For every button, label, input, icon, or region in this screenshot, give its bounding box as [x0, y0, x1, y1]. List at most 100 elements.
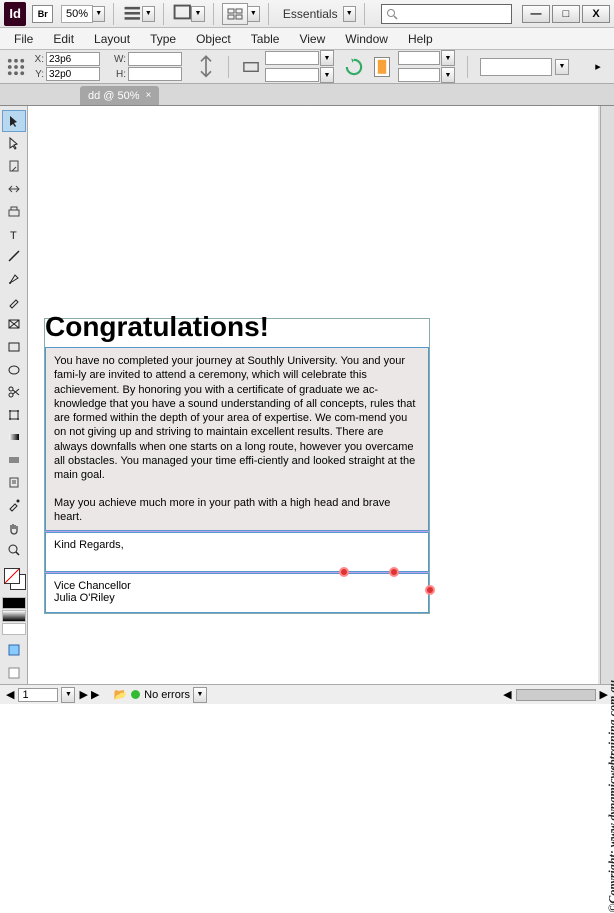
free-transform-tool[interactable] [2, 404, 26, 426]
hscroll-left[interactable]: ◀ [503, 688, 511, 701]
preflight-dropdown[interactable]: ▼ [193, 687, 207, 703]
eyedropper-tool[interactable] [2, 494, 26, 516]
scale-x-icon[interactable] [241, 57, 261, 77]
page-number-field[interactable] [18, 688, 58, 702]
rectangle-tool[interactable] [2, 336, 26, 358]
rotation-dropdown[interactable]: ▼ [441, 50, 455, 66]
menu-help[interactable]: Help [398, 32, 443, 46]
content-collector-tool[interactable] [2, 200, 26, 222]
close-tab-icon[interactable]: × [146, 90, 152, 101]
body-text-2: May you achieve much more in your path w… [54, 497, 390, 523]
scissors-tool[interactable] [2, 381, 26, 403]
gap-tool[interactable] [2, 178, 26, 200]
apply-gradient-button[interactable] [2, 610, 26, 622]
statusbar: ◀ ▼ ▶ ▶ 📂 No errors ▼ ◀ ▶ [0, 684, 614, 704]
y-field[interactable] [46, 67, 100, 81]
menu-expand-icon[interactable]: ▸ [588, 57, 608, 77]
doc-heading[interactable]: Congratulations! [45, 311, 429, 347]
copyright-watermark: ©Copyright: www.dynamicwebtraining.com.a… [606, 680, 614, 913]
view-options-dropdown[interactable]: ▼ [142, 6, 155, 22]
minimize-button[interactable]: — [522, 5, 550, 23]
constrain-icon[interactable] [196, 57, 216, 77]
signature-frame[interactable]: Vice Chancellor Julia O'Riley [45, 573, 429, 613]
h-field[interactable] [128, 67, 182, 81]
scale-x-dropdown[interactable]: ▼ [320, 50, 334, 66]
arrange-docs-button[interactable] [222, 3, 248, 25]
rotation-field[interactable] [398, 51, 440, 65]
scale-x-field[interactable] [265, 51, 319, 65]
svg-text:T: T [10, 230, 17, 241]
scale-y-field[interactable] [265, 68, 319, 82]
bridge-badge[interactable]: Br [32, 5, 53, 23]
workspace-label[interactable]: Essentials [283, 7, 338, 21]
zoom-dropdown[interactable]: ▼ [92, 6, 105, 22]
view-mode-preview[interactable] [2, 662, 26, 684]
line-tool[interactable] [2, 246, 26, 268]
view-options-icon[interactable] [122, 3, 143, 25]
menu-file[interactable]: File [4, 32, 43, 46]
horizontal-scrollbar[interactable] [516, 689, 596, 701]
maximize-button[interactable]: □ [552, 5, 580, 23]
reference-point-icon[interactable] [6, 57, 26, 77]
preflight-status-text[interactable]: No errors [144, 689, 190, 701]
ellipse-tool[interactable] [2, 359, 26, 381]
hand-tool[interactable] [2, 517, 26, 539]
type-tool[interactable]: T [2, 223, 26, 245]
control-bar: X: Y: W: H: ▼ ▼ ▼ ▼ ▼ ▸ [0, 50, 614, 84]
search-input[interactable] [381, 4, 512, 24]
page-tool[interactable] [2, 155, 26, 177]
scale-y-dropdown[interactable]: ▼ [320, 67, 334, 83]
w-field[interactable] [128, 52, 182, 66]
page-dropdown[interactable]: ▼ [61, 687, 75, 703]
regards-frame[interactable]: Kind Regards, [45, 532, 429, 572]
zoom-tool[interactable] [2, 540, 26, 562]
menu-object[interactable]: Object [186, 32, 241, 46]
menu-window[interactable]: Window [335, 32, 398, 46]
titlebar: Id Br 50% ▼ ▼ ▼ ▼ Essentials ▼ — □ X [0, 0, 614, 28]
menu-table[interactable]: Table [241, 32, 290, 46]
menu-layout[interactable]: Layout [84, 32, 140, 46]
menu-edit[interactable]: Edit [43, 32, 84, 46]
zoom-field[interactable]: 50% [61, 5, 93, 23]
apply-none-button[interactable] [2, 623, 26, 635]
arrange-docs-dropdown[interactable]: ▼ [247, 6, 260, 22]
menu-view[interactable]: View [289, 32, 335, 46]
direct-selection-tool[interactable] [2, 133, 26, 155]
body-text-frame[interactable]: You have no completed your journey at So… [45, 347, 429, 531]
canvas[interactable]: Congratulations! You have no completed y… [28, 106, 598, 684]
h-label: H: [112, 69, 126, 80]
workspace-dropdown[interactable]: ▼ [343, 6, 356, 22]
w-label: W: [112, 54, 126, 65]
x-field[interactable] [46, 52, 100, 66]
screen-mode-dropdown[interactable]: ▼ [191, 6, 204, 22]
thread-out-port-3[interactable] [425, 585, 435, 595]
fill-stroke-swatches[interactable] [2, 566, 26, 592]
screen-mode-icon[interactable] [172, 3, 193, 25]
menu-type[interactable]: Type [140, 32, 186, 46]
pen-tool[interactable] [2, 268, 26, 290]
note-tool[interactable] [2, 472, 26, 494]
gradient-swatch-tool[interactable] [2, 427, 26, 449]
style-dropdown[interactable] [480, 58, 552, 76]
page-nav-next[interactable]: ▶ ▶ [79, 688, 99, 701]
open-icon[interactable]: 📂 [113, 688, 127, 701]
rectangle-frame-tool[interactable] [2, 313, 26, 335]
pencil-tool[interactable] [2, 291, 26, 313]
body-text: You have no completed your journey at So… [54, 355, 415, 481]
shear-dropdown[interactable]: ▼ [441, 67, 455, 83]
right-panel-dock[interactable] [600, 106, 614, 684]
document-page[interactable]: Congratulations! You have no completed y… [44, 318, 430, 614]
document-tab[interactable]: dd @ 50% × [80, 86, 159, 105]
y-label: Y: [30, 69, 44, 80]
shear-field[interactable] [398, 68, 440, 82]
page-nav-prev[interactable]: ◀ [6, 688, 14, 701]
rotate-icon[interactable] [344, 57, 364, 77]
gradient-feather-tool[interactable] [2, 449, 26, 471]
close-button[interactable]: X [582, 5, 610, 23]
selection-tool[interactable] [2, 110, 26, 132]
fill-swatch[interactable] [4, 568, 20, 584]
view-mode-normal[interactable] [2, 640, 26, 662]
style-dropdown-btn[interactable]: ▼ [555, 59, 569, 75]
apply-color-button[interactable] [2, 597, 26, 609]
object-style-icon[interactable] [374, 57, 390, 77]
